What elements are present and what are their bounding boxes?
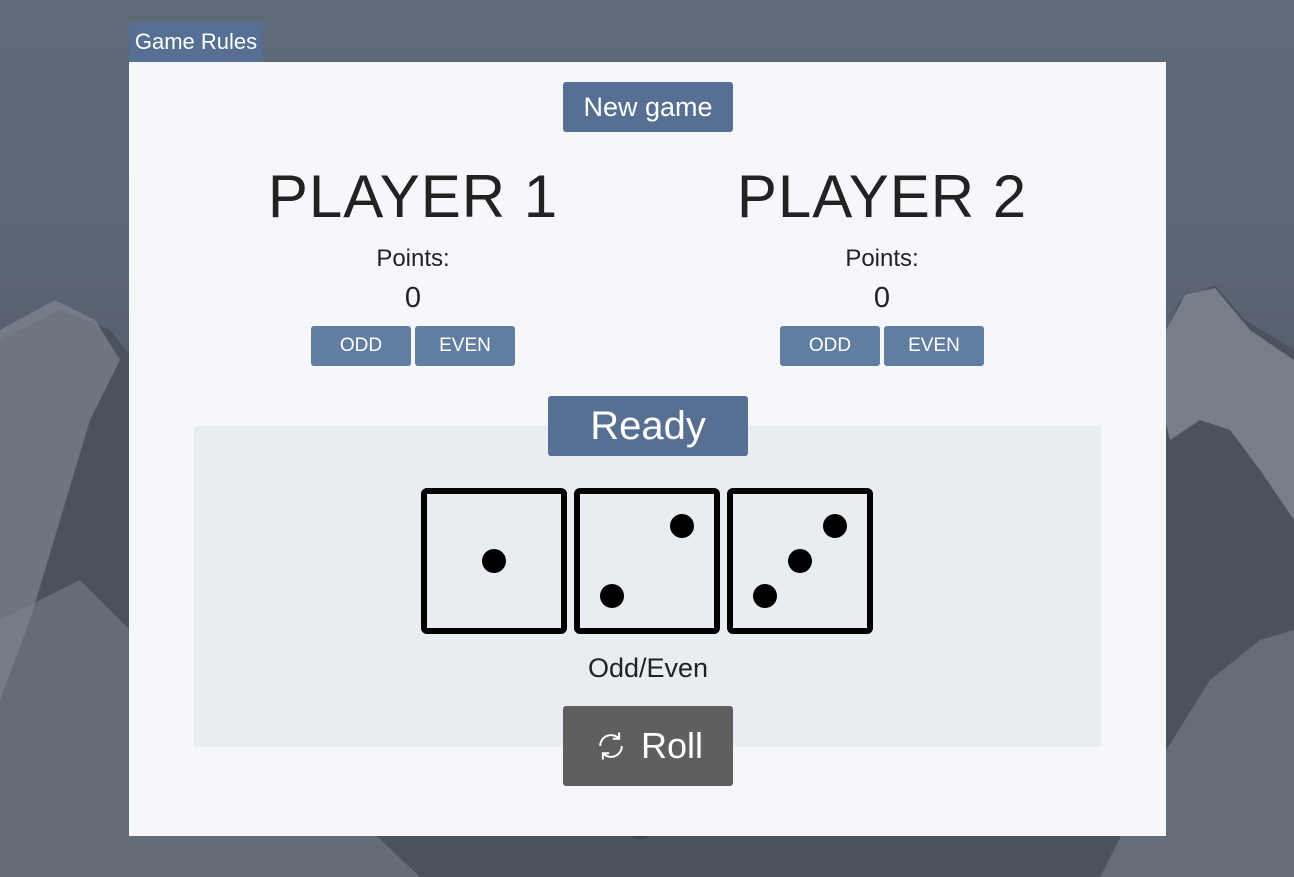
die-pip — [670, 514, 694, 538]
points-label: Points: — [376, 245, 450, 272]
status-banner: Ready — [548, 396, 748, 456]
die-3 — [727, 488, 873, 634]
odd-button[interactable]: ODD — [311, 326, 411, 366]
points-value: 0 — [873, 282, 891, 314]
die-pip — [753, 584, 777, 608]
die-pip — [600, 584, 624, 608]
game-rules-tab[interactable]: Game Rules — [129, 22, 263, 62]
die-2 — [574, 488, 720, 634]
roll-label: Roll — [640, 725, 703, 766]
odd-button[interactable]: ODD — [780, 326, 880, 366]
die-pip — [482, 549, 506, 573]
game-panel: New game PLAYER 1 Points: 0 ODD EVEN PLA… — [129, 62, 1166, 836]
game-mode-label: Odd/Even — [587, 653, 709, 683]
refresh-icon — [593, 728, 629, 764]
even-button[interactable]: EVEN — [415, 326, 515, 366]
player-name: PLAYER 2 — [736, 163, 1028, 230]
player-name: PLAYER 1 — [267, 163, 559, 230]
bet-buttons: ODD EVEN — [717, 326, 1047, 366]
player-2-panel: PLAYER 2 Points: 0 ODD EVEN — [717, 162, 1047, 366]
bet-buttons: ODD EVEN — [248, 326, 578, 366]
die-1 — [421, 488, 567, 634]
points-value: 0 — [404, 282, 422, 314]
roll-button[interactable]: Roll — [563, 706, 733, 786]
die-pip — [823, 514, 847, 538]
die-face — [574, 488, 720, 634]
player-1-panel: PLAYER 1 Points: 0 ODD EVEN — [248, 162, 578, 366]
even-button[interactable]: EVEN — [884, 326, 984, 366]
points-label: Points: — [845, 245, 919, 272]
new-game-button[interactable]: New game — [563, 82, 733, 132]
die-pip — [788, 549, 812, 573]
